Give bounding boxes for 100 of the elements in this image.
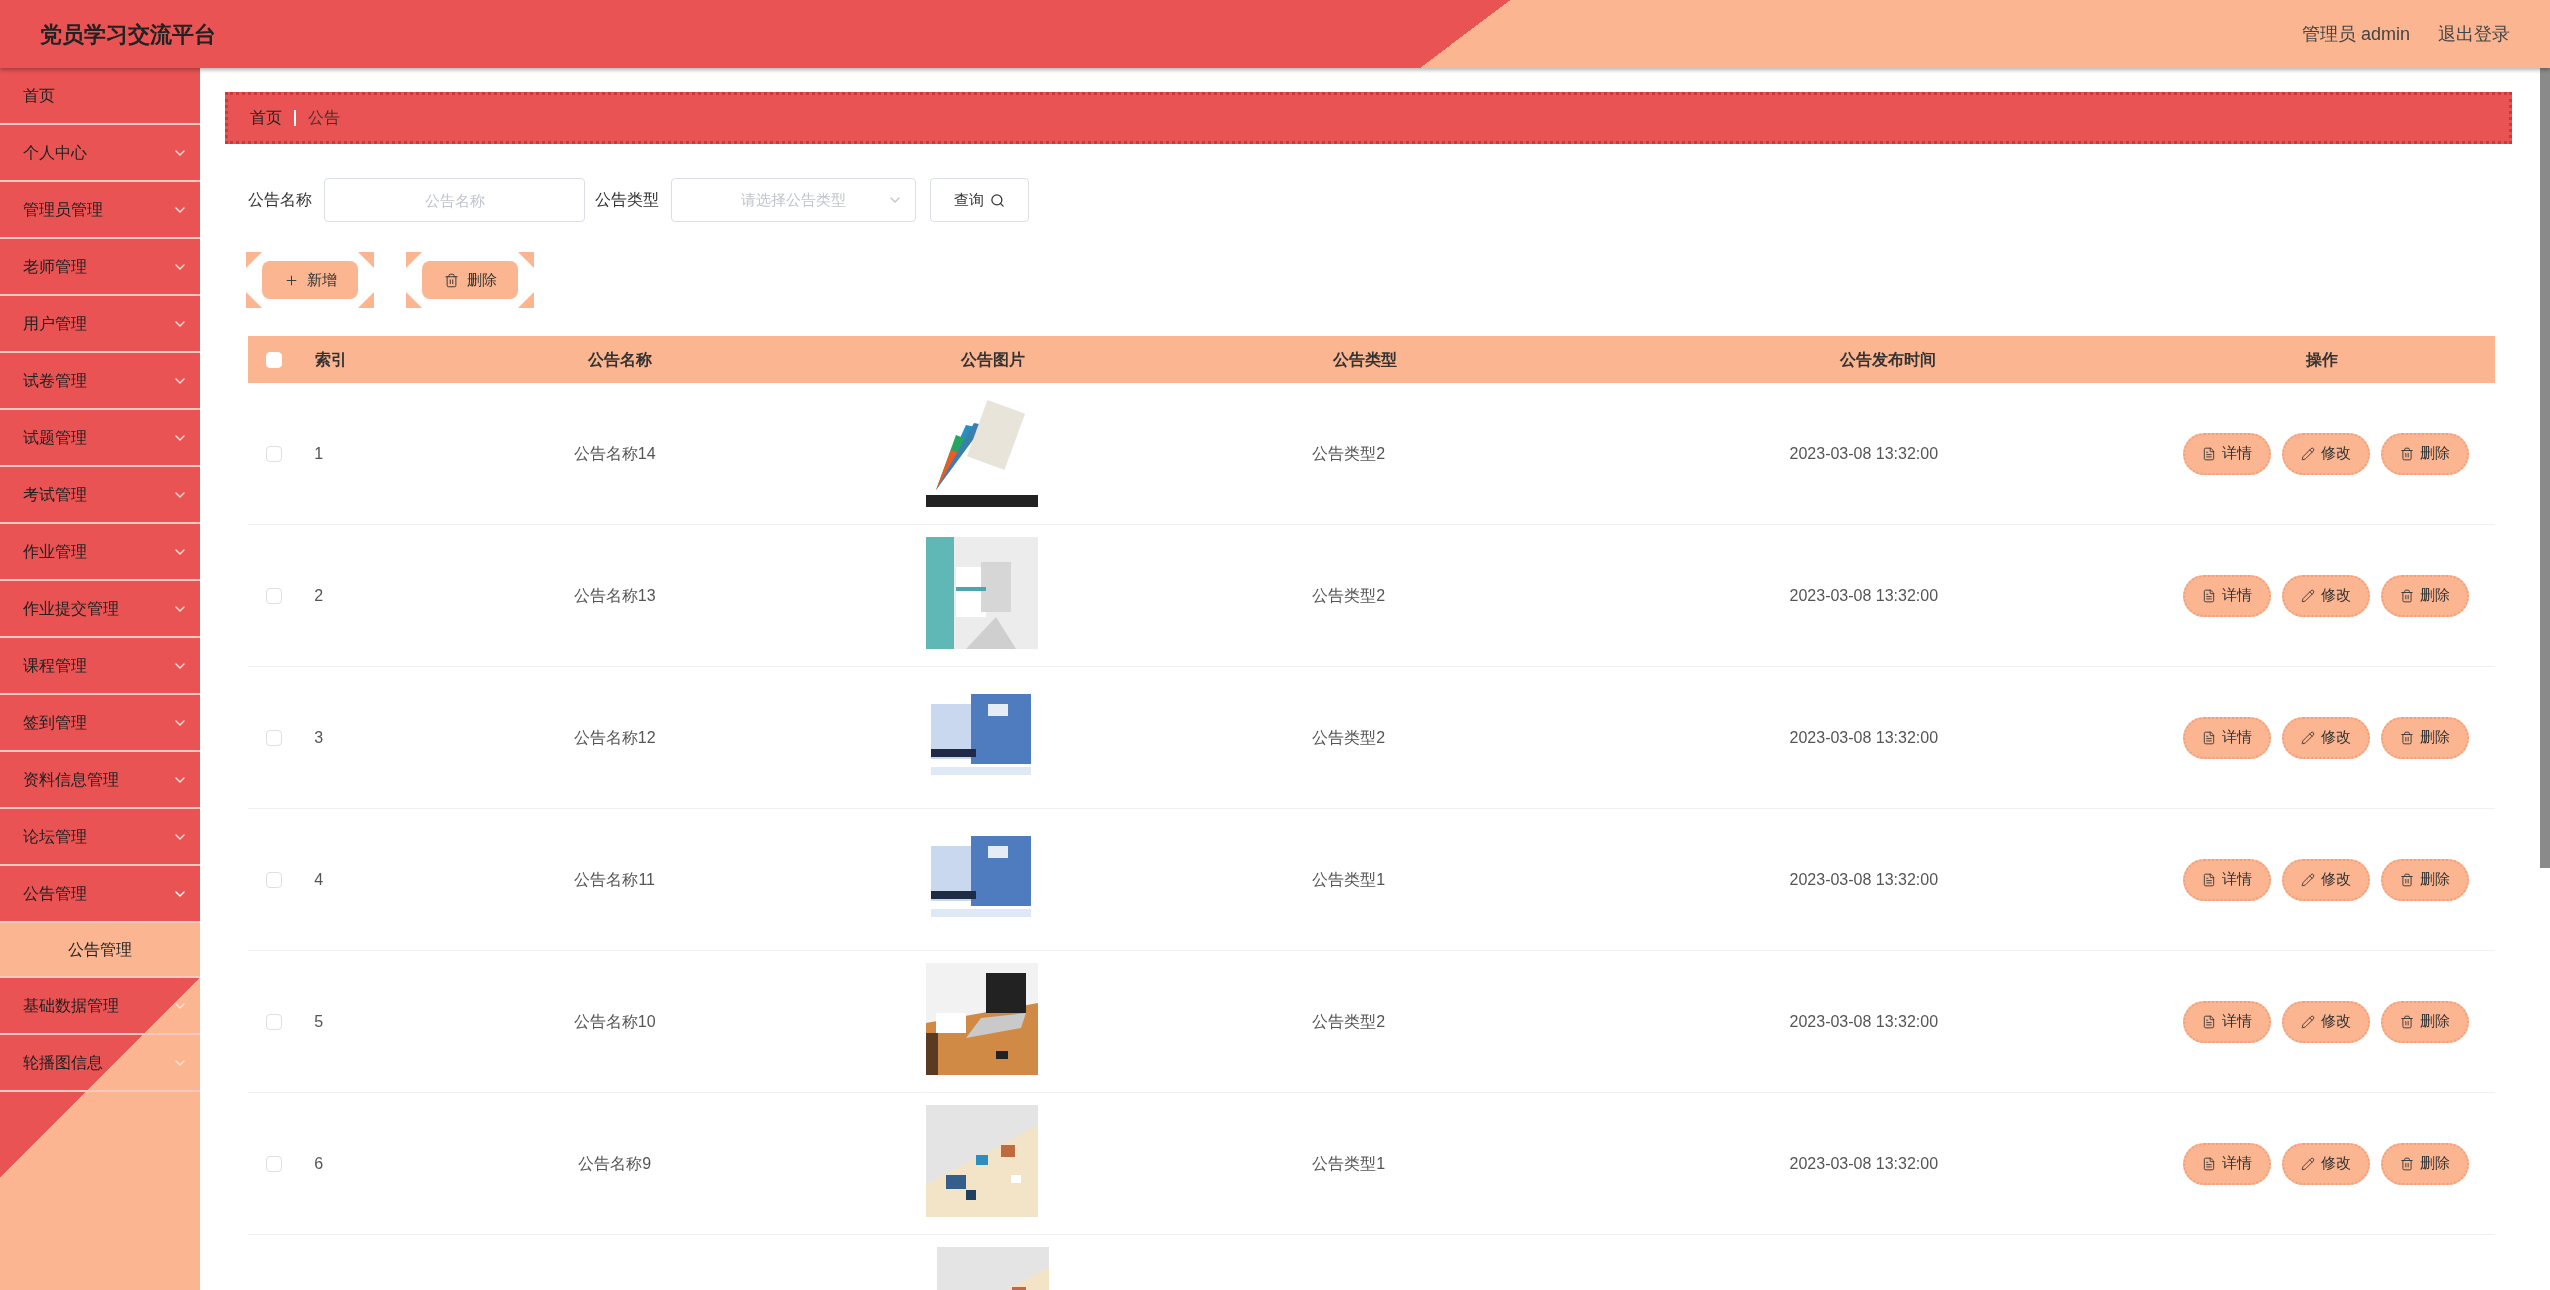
edit-button[interactable]: 修改 <box>2282 1142 2370 1185</box>
edit-button[interactable]: 修改 <box>2282 1000 2370 1043</box>
table-cell: 公告名称13 <box>573 586 656 604</box>
table-cell: 公告名称11 <box>574 870 655 888</box>
trash-icon <box>2400 446 2414 461</box>
detail-button[interactable]: 详情 <box>2183 1000 2271 1043</box>
document-icon <box>2202 588 2216 603</box>
trash-icon <box>2400 872 2414 887</box>
breadcrumb-link[interactable]: 首页 <box>250 106 282 130</box>
document-icon <box>2202 1156 2216 1171</box>
sidebar-item[interactable]: 考试管理 <box>0 467 200 524</box>
sidebar-item[interactable]: 试题管理 <box>0 410 200 467</box>
pencil-icon <box>2301 446 2315 461</box>
sidebar-item[interactable]: 试卷管理 <box>0 353 200 410</box>
row-checkbox[interactable] <box>265 1155 282 1172</box>
trash-icon <box>2400 1014 2414 1029</box>
column-header: 索引 <box>315 350 347 368</box>
detail-button[interactable]: 详情 <box>2183 858 2271 901</box>
sidebar-item[interactable]: 老师管理 <box>0 239 200 296</box>
delete-button[interactable]: 删除 <box>2381 858 2469 901</box>
name-input[interactable]: 公告名称 <box>324 178 585 222</box>
trash-icon <box>443 272 459 288</box>
pencil-icon <box>2301 1156 2315 1171</box>
table-cell: 公告类型2 <box>1312 444 1386 462</box>
app-title: 党员学习交流平台 <box>40 20 216 49</box>
sidebar-item[interactable]: 资料信息管理 <box>0 752 200 809</box>
trash-icon <box>2400 730 2414 745</box>
pencil-icon <box>2301 588 2315 603</box>
row-checkbox[interactable] <box>265 587 282 604</box>
table-cell: 公告类型2 <box>1312 586 1386 604</box>
sidebar-item[interactable]: 课程管理 <box>0 638 200 695</box>
row-checkbox[interactable] <box>265 1013 282 1030</box>
sidebar-item[interactable]: 签到管理 <box>0 695 200 752</box>
table-cell: 1 <box>314 444 324 462</box>
table-cell: 公告名称9 <box>578 1154 652 1172</box>
delete-button[interactable]: 删除 <box>2381 432 2469 475</box>
sidebar-item[interactable]: 作业管理 <box>0 524 200 581</box>
row-checkbox[interactable] <box>265 871 282 888</box>
sidebar-item[interactable]: 论坛管理 <box>0 809 200 866</box>
table-cell: 5 <box>314 1012 324 1030</box>
table-cell: 2 <box>314 586 324 604</box>
trash-icon <box>2400 588 2414 603</box>
edit-button[interactable]: 修改 <box>2282 432 2370 475</box>
select-all-checkbox[interactable] <box>266 351 282 368</box>
edit-button[interactable]: 修改 <box>2282 716 2370 759</box>
sidebar-item[interactable]: 首页 <box>0 68 200 125</box>
detail-button[interactable]: 详情 <box>2183 574 2271 617</box>
search-button[interactable]: 查询 <box>930 178 1029 222</box>
table-cell: 2023-03-08 13:32:00 <box>1789 1154 1939 1172</box>
table-cell: 2023-03-08 13:32:00 <box>1789 444 1939 462</box>
delete-button[interactable]: 删除 <box>2381 1142 2469 1185</box>
scrollbar[interactable] <box>2540 68 2550 868</box>
table-cell: 6 <box>314 1154 324 1172</box>
table-cell: 公告名称10 <box>573 1012 656 1030</box>
table-cell: 公告名称14 <box>573 444 656 462</box>
sidebar-item[interactable]: 管理员管理 <box>0 182 200 239</box>
document-icon <box>2202 1014 2216 1029</box>
table-cell: 公告类型1 <box>1312 1154 1386 1172</box>
detail-button[interactable]: 详情 <box>2183 1142 2271 1185</box>
column-header: 公告名称 <box>588 350 652 368</box>
sidebar-item[interactable]: 作业提交管理 <box>0 581 200 638</box>
detail-button[interactable]: 详情 <box>2183 716 2271 759</box>
table-cell: 4 <box>314 870 324 888</box>
sidebar-item[interactable]: 用户管理 <box>0 296 200 353</box>
trash-icon <box>2400 1156 2414 1171</box>
document-icon <box>2202 872 2216 887</box>
column-header: 公告发布时间 <box>1840 350 1936 368</box>
plus-icon <box>283 272 299 288</box>
column-header: 公告图片 <box>961 350 1025 368</box>
table-cell: 公告类型2 <box>1312 728 1386 746</box>
table-cell: 公告类型1 <box>1312 870 1386 888</box>
edit-button[interactable]: 修改 <box>2282 858 2370 901</box>
sidebar-item[interactable]: 基础数据管理 <box>0 978 200 1035</box>
document-icon <box>2202 446 2216 461</box>
pencil-icon <box>2301 872 2315 887</box>
submenu-item[interactable]: 公告管理 <box>0 923 200 978</box>
delete-button[interactable]: 删除 <box>2381 1000 2469 1043</box>
pencil-icon <box>2301 730 2315 745</box>
table-cell: 公告类型2 <box>1312 1012 1386 1030</box>
column-header: 操作 <box>2305 350 2338 368</box>
delete-button[interactable]: 删除 <box>2381 716 2469 759</box>
column-header: 公告类型 <box>1333 350 1397 368</box>
search-icon <box>990 192 1005 208</box>
sidebar-item[interactable]: 轮播图信息 <box>0 1035 200 1092</box>
logout-link[interactable]: 退出登录 <box>2438 20 2510 48</box>
table-cell: 2023-03-08 13:32:00 <box>1789 728 1939 746</box>
document-icon <box>2202 730 2216 745</box>
row-checkbox[interactable] <box>265 729 282 746</box>
user-label: 管理员 admin <box>2301 22 2410 46</box>
table-cell: 公告名称12 <box>573 728 656 746</box>
table-cell: 2023-03-08 13:32:00 <box>1789 1012 1939 1030</box>
detail-button[interactable]: 详情 <box>2183 432 2271 475</box>
field-label: 公告名称 <box>248 190 312 210</box>
sidebar-item[interactable]: 个人中心 <box>0 125 200 182</box>
field-label: 公告类型 <box>595 190 659 210</box>
delete-button[interactable]: 删除 <box>2381 574 2469 617</box>
table-cell: 2023-03-08 13:32:00 <box>1789 870 1939 888</box>
pencil-icon <box>2301 1014 2315 1029</box>
edit-button[interactable]: 修改 <box>2282 574 2370 617</box>
row-checkbox[interactable] <box>265 445 282 462</box>
